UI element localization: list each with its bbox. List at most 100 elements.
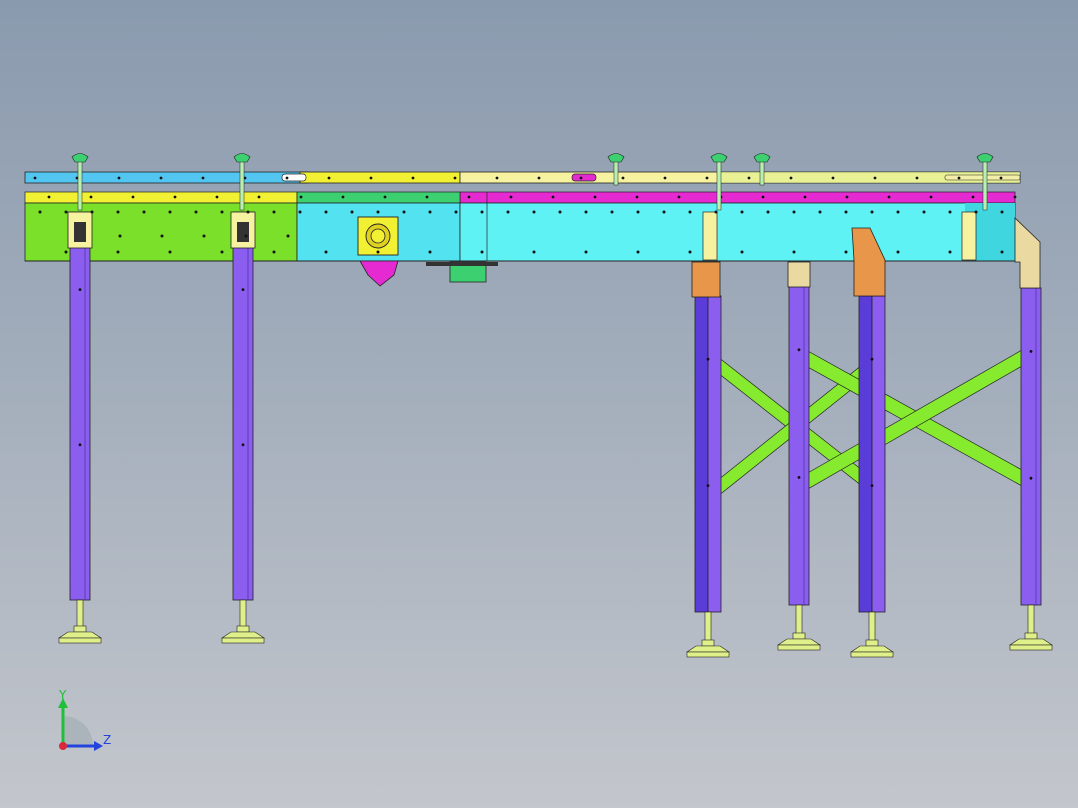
leveling-foot[interactable] xyxy=(1009,638,1053,646)
frame-hole xyxy=(220,210,224,214)
leg-post[interactable] xyxy=(694,295,709,613)
band-hole xyxy=(803,195,807,199)
axis-triad: Y Z xyxy=(58,688,111,751)
frame-hole xyxy=(792,250,796,254)
top-rail-blue[interactable] xyxy=(24,171,309,184)
leveling-screw[interactable] xyxy=(704,611,712,645)
tension-knob[interactable] xyxy=(607,153,625,163)
leg-hole xyxy=(797,348,801,352)
band-hole xyxy=(677,195,681,199)
frame-hole xyxy=(142,210,146,214)
tensioner-rod[interactable] xyxy=(613,159,619,186)
leveling-screw[interactable] xyxy=(239,599,247,631)
band-hole xyxy=(845,195,849,199)
leveling-nut xyxy=(701,639,715,647)
frame-hole xyxy=(896,210,900,214)
rail-hole xyxy=(411,176,415,180)
tension-knob[interactable] xyxy=(710,153,728,163)
leveling-screw[interactable] xyxy=(76,599,84,631)
leg-post[interactable] xyxy=(707,295,722,613)
side-guide-bracket[interactable] xyxy=(702,211,718,261)
end-bracket-tan[interactable] xyxy=(1014,217,1041,289)
frame-hole xyxy=(532,210,536,214)
frame-hole xyxy=(160,234,164,238)
leg-post[interactable] xyxy=(69,211,91,601)
frame-hole xyxy=(324,210,328,214)
yellow-side-band[interactable] xyxy=(24,191,298,204)
leg-post[interactable] xyxy=(788,285,810,606)
rail-hole xyxy=(285,176,289,180)
frame-section-cyan-right[interactable] xyxy=(459,202,1016,262)
leveling-nut xyxy=(1024,632,1038,640)
leg-hole xyxy=(870,484,874,487)
leveling-screw[interactable] xyxy=(868,611,876,645)
band-hole xyxy=(425,195,429,199)
side-guide-bracket[interactable] xyxy=(961,211,977,261)
tension-knob[interactable] xyxy=(71,153,89,163)
frame-hole xyxy=(116,250,120,254)
conveyor-assembly-view[interactable]: Y Z xyxy=(0,0,1078,808)
rail-hole xyxy=(117,176,121,180)
tension-knob[interactable] xyxy=(753,153,771,163)
leg-post[interactable] xyxy=(232,211,254,601)
leveling-foot[interactable] xyxy=(686,645,730,653)
frame-hole xyxy=(324,250,328,254)
frame-hole xyxy=(636,250,640,254)
leg-post[interactable] xyxy=(871,295,886,613)
tension-knob[interactable] xyxy=(233,153,251,163)
cad-graphics-viewport[interactable]: Y Z xyxy=(0,0,1078,808)
leg-bracket-orange[interactable] xyxy=(691,261,721,298)
band-hole xyxy=(131,195,135,199)
frame-hole xyxy=(584,210,588,214)
rail-end-tube[interactable] xyxy=(944,174,1021,181)
top-rail-yellow[interactable] xyxy=(299,171,461,184)
rail-slot xyxy=(571,173,597,182)
tension-knob[interactable] xyxy=(976,153,994,163)
leg-hole xyxy=(797,476,801,479)
tensioner-rod[interactable] xyxy=(239,159,245,211)
leveling-nut xyxy=(236,625,250,633)
leveling-foot[interactable] xyxy=(777,638,821,646)
band-hole xyxy=(47,195,51,199)
rail-hole xyxy=(705,176,709,180)
leveling-foot-base xyxy=(58,637,102,644)
rail-hole xyxy=(33,176,37,180)
frame-hole xyxy=(480,210,484,214)
drive-gearbox-bottom[interactable] xyxy=(359,260,399,287)
leg-clamp-slot xyxy=(74,222,86,242)
x-axis-dot xyxy=(59,742,67,750)
frame-hole xyxy=(376,250,380,254)
y-axis-label: Y xyxy=(58,688,67,702)
frame-hole xyxy=(298,210,302,214)
frame-hole xyxy=(220,250,224,254)
leg-hole xyxy=(1029,350,1033,353)
band-hole xyxy=(89,195,93,199)
leveling-foot[interactable] xyxy=(58,631,102,639)
leg-post[interactable] xyxy=(1020,287,1042,606)
frame-hole xyxy=(1000,250,1004,254)
leveling-screw[interactable] xyxy=(1027,604,1035,638)
leveling-screw[interactable] xyxy=(795,604,803,638)
tensioner-rod[interactable] xyxy=(716,159,722,211)
tensioner-rod[interactable] xyxy=(77,159,83,211)
leveling-foot[interactable] xyxy=(850,645,894,653)
band-hole xyxy=(215,195,219,199)
frame-hole xyxy=(688,210,692,214)
frame-hole xyxy=(428,250,432,254)
frame-hole xyxy=(428,210,432,214)
leg-bracket-tan[interactable] xyxy=(787,261,811,288)
green-side-band[interactable] xyxy=(296,191,461,204)
leg-hole xyxy=(1029,476,1033,480)
tensioner-rod[interactable] xyxy=(982,159,988,211)
frame-hole xyxy=(376,210,380,214)
motor-mount-bar xyxy=(426,262,498,266)
tensioner-rod[interactable] xyxy=(759,159,765,186)
leg-post[interactable] xyxy=(858,295,873,613)
leveling-foot[interactable] xyxy=(221,631,265,639)
frame-hole xyxy=(64,250,68,254)
frame-hole xyxy=(168,210,172,214)
rail-hole xyxy=(957,176,961,180)
frame-hole xyxy=(64,210,68,214)
frame-hole xyxy=(636,210,640,214)
frame-hole xyxy=(766,210,770,214)
